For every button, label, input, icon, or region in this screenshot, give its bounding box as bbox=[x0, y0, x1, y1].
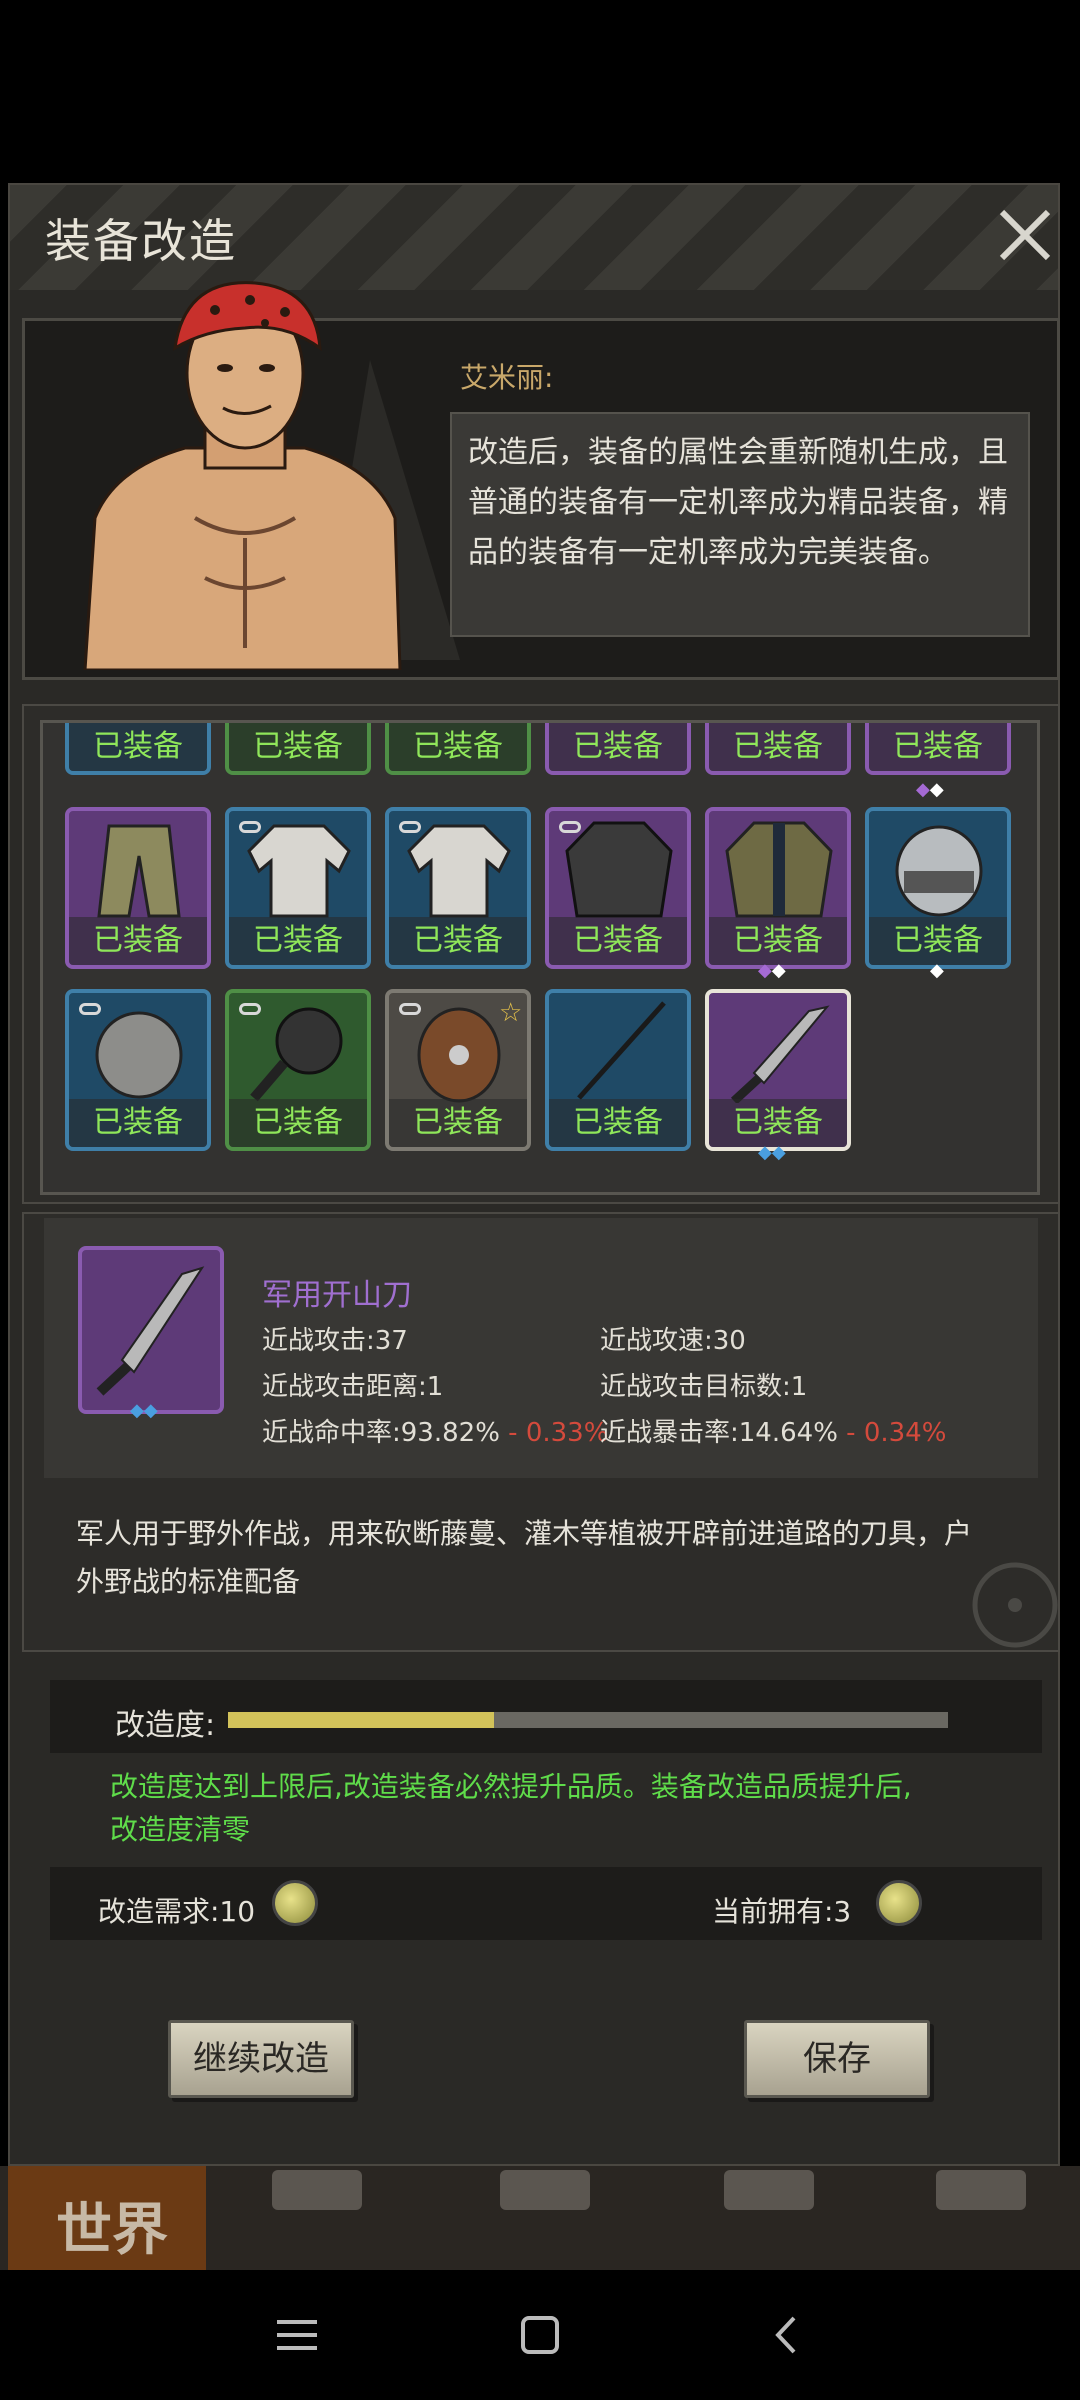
pants-icon bbox=[97, 824, 181, 918]
equipped-label: 已装备 bbox=[229, 723, 367, 771]
inventory-slot-pants[interactable]: 已装备 bbox=[65, 807, 211, 969]
machete-icon bbox=[730, 1005, 830, 1105]
inventory-slot[interactable]: 已装备 bbox=[865, 723, 1011, 775]
menu-icon[interactable] bbox=[272, 2310, 322, 2360]
equipped-label: 已装备 bbox=[869, 723, 1007, 771]
progress-label: 改造度: bbox=[115, 1708, 216, 1743]
home-icon[interactable] bbox=[515, 2310, 565, 2360]
link-icon bbox=[79, 1003, 101, 1015]
stat-melee-speed: 近战攻速:30 bbox=[600, 1326, 746, 1356]
link-icon bbox=[239, 821, 261, 833]
bottle-cap-icon bbox=[876, 1880, 922, 1926]
equipped-label: 已装备 bbox=[389, 1099, 527, 1147]
equipped-label: 已装备 bbox=[69, 1099, 207, 1147]
link-icon bbox=[399, 1003, 421, 1015]
link-icon bbox=[559, 821, 581, 833]
inventory-slot-coat[interactable]: 已装备 bbox=[545, 807, 691, 969]
inventory-slot-shirt[interactable]: 已装备 bbox=[385, 807, 531, 969]
item-name: 军用开山刀 bbox=[262, 1278, 412, 1313]
close-button[interactable] bbox=[990, 200, 1060, 270]
stat-melee-crit-rate: 近战暴击率:14.64% - 0.34% bbox=[600, 1412, 946, 1449]
link-icon bbox=[239, 1003, 261, 1015]
quality-gems: ◆ bbox=[930, 960, 944, 981]
equipped-label: 已装备 bbox=[69, 723, 207, 771]
equipped-label: 已装备 bbox=[229, 917, 367, 965]
progress-hint: 改造度达到上限后,改造装备必然提升品质。装备改造品质提升后,改造度清零 bbox=[110, 1770, 912, 1846]
helmet-icon bbox=[895, 825, 983, 917]
continue-modify-button[interactable]: 继续改造 bbox=[168, 2020, 354, 2098]
inventory-grid[interactable]: 已装备 已装备 已装备 已装备 已装备 已装备 已装备 已装备 已装备 已装备 … bbox=[40, 720, 1040, 1195]
stat-delta: - 0.34% bbox=[846, 1418, 947, 1448]
stat-melee-hit-rate: 近战命中率:93.82% - 0.33% bbox=[262, 1412, 608, 1449]
requirement-label: 改造需求:10 bbox=[98, 1895, 256, 1928]
inventory-slot-machete-selected[interactable]: 已装备 bbox=[705, 989, 851, 1151]
stat-delta: - 0.33% bbox=[508, 1418, 609, 1448]
selected-item-icon bbox=[78, 1246, 224, 1414]
nav-building-icon[interactable] bbox=[724, 2170, 814, 2210]
owned-label: 当前拥有:3 bbox=[712, 1895, 852, 1928]
stick-icon bbox=[577, 1001, 666, 1100]
progress-bar-fill bbox=[228, 1712, 495, 1728]
equipped-label: 已装备 bbox=[389, 917, 527, 965]
nav-character-icon[interactable] bbox=[500, 2170, 590, 2210]
inventory-slot-stick[interactable]: 已装备 bbox=[545, 989, 691, 1151]
quality-gems: ◆◆ bbox=[758, 960, 786, 981]
stat-melee-attack: 近战攻击:37 bbox=[262, 1326, 408, 1356]
quality-gems: ◆◆ bbox=[758, 1142, 786, 1163]
npc-name: 艾米丽: bbox=[460, 361, 554, 394]
inventory-slot[interactable]: 已装备 bbox=[385, 723, 531, 775]
nav-backpack-icon[interactable] bbox=[272, 2170, 362, 2210]
stat-melee-range: 近战攻击距离:1 bbox=[262, 1372, 444, 1402]
back-icon[interactable] bbox=[762, 2310, 812, 2360]
equipped-label: 已装备 bbox=[229, 1099, 367, 1147]
item-description: 军人用于野外作战，用来砍断藤蔓、灌木等植被开辟前进道路的刀具，户外野战的标准配备 bbox=[76, 1517, 973, 1598]
inventory-slot[interactable]: 已装备 bbox=[705, 723, 851, 775]
nav-tab-world-label: 世界 bbox=[56, 2198, 168, 2263]
inventory-slot[interactable]: 已装备 bbox=[65, 723, 211, 775]
link-icon bbox=[399, 821, 421, 833]
equipped-label: 已装备 bbox=[549, 723, 687, 771]
stat-value: 近战暴击率:14.64% bbox=[600, 1418, 838, 1448]
equipped-label: 已装备 bbox=[389, 723, 527, 771]
nav-vehicle-icon[interactable] bbox=[936, 2170, 1026, 2210]
inventory-slot-parka[interactable]: 已装备 bbox=[705, 807, 851, 969]
inventory-slot[interactable]: 已装备 bbox=[225, 723, 371, 775]
dialog-title: 装备改造 bbox=[45, 214, 237, 268]
close-icon bbox=[999, 209, 1051, 261]
equipped-label: 已装备 bbox=[69, 917, 207, 965]
equipped-label: 已装备 bbox=[869, 917, 1007, 965]
inventory-slot[interactable]: 已装备 bbox=[545, 723, 691, 775]
inventory-slot-round-shield[interactable]: 已装备 bbox=[65, 989, 211, 1151]
npc-portrait bbox=[83, 281, 402, 670]
inventory-slot-helmet[interactable]: 已装备 bbox=[865, 807, 1011, 969]
equipped-label: 已装备 bbox=[709, 917, 847, 965]
inventory-slot-shirt[interactable]: 已装备 bbox=[225, 807, 371, 969]
quality-gems: ◆◆ bbox=[916, 779, 944, 800]
radiation-icon bbox=[972, 1562, 1058, 1648]
equipped-label: 已装备 bbox=[709, 723, 847, 771]
quality-gems: ◆◆ bbox=[130, 1400, 158, 1421]
equipped-label: 已装备 bbox=[709, 1099, 847, 1147]
parka-icon bbox=[725, 821, 833, 918]
equipped-label: 已装备 bbox=[549, 917, 687, 965]
svg-text:☆: ☆ bbox=[499, 998, 522, 1028]
inventory-slot-frying-pan[interactable]: 已装备 bbox=[225, 989, 371, 1151]
save-button[interactable]: 保存 bbox=[744, 2020, 930, 2098]
machete-icon bbox=[96, 1266, 205, 1396]
stat-value: 近战命中率:93.82% bbox=[262, 1418, 500, 1448]
stat-melee-targets: 近战攻击目标数:1 bbox=[600, 1372, 808, 1402]
equipped-label: 已装备 bbox=[549, 1099, 687, 1147]
bottle-cap-icon bbox=[272, 1880, 318, 1926]
inventory-slot-wooden-shield[interactable]: ☆ 已装备 bbox=[385, 989, 531, 1151]
npc-dialog-text: 改造后，装备的属性会重新随机生成，且普通的装备有一定机率成为精品装备，精品的装备… bbox=[450, 412, 1030, 637]
